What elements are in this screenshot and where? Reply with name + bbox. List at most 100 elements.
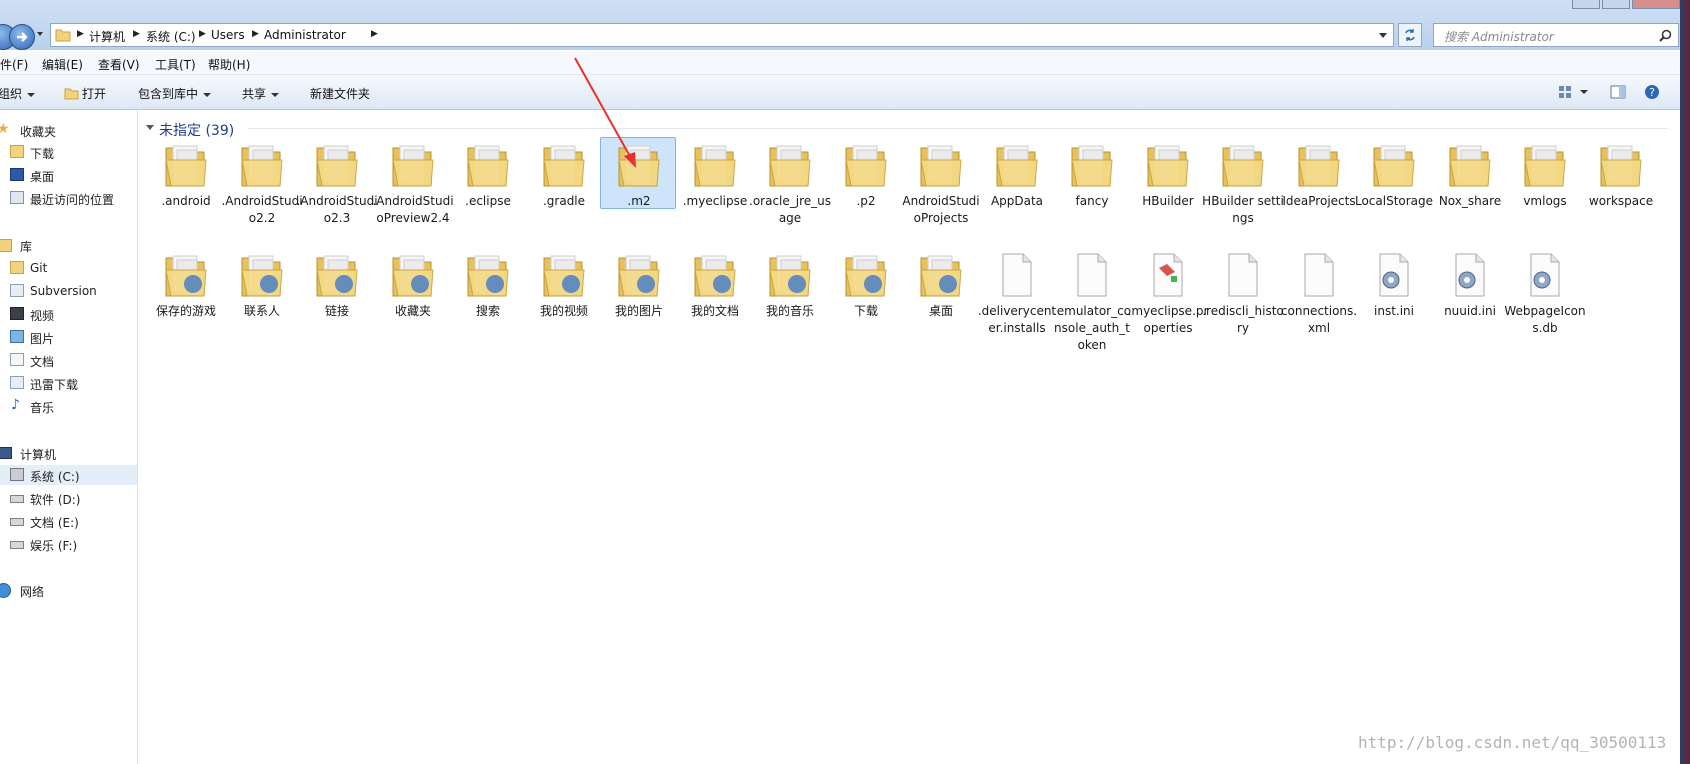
search-input[interactable]: 搜索 Administrator — [1433, 23, 1679, 47]
sidebar-item-drive-e[interactable]: 文档 (E:) — [0, 511, 137, 531]
sidebar-item-downloads[interactable]: 下载 — [0, 142, 137, 162]
sidebar-item-thunder-downloads[interactable]: 迅雷下载 — [0, 373, 137, 393]
share-button[interactable]: 共享 — [242, 85, 280, 102]
folder-icon — [541, 140, 587, 190]
sidebar-libraries[interactable]: 库 — [0, 235, 137, 255]
folder-icon — [163, 140, 209, 190]
menu-file[interactable]: 文件(F) — [0, 56, 28, 73]
folder-icon — [1069, 140, 1115, 190]
sidebar-item-label: 娱乐 (F:) — [30, 539, 78, 553]
file-item-label: 搜索 — [475, 304, 500, 318]
forward-button[interactable] — [9, 24, 35, 50]
file-item-label: 下载 — [853, 304, 878, 318]
navigation-pane: ★ 收藏夹 下载 桌面 最近访问的位置 库 Git Subversion 视频 … — [0, 110, 138, 764]
special-folder-icon — [918, 250, 964, 300]
sidebar-item-git[interactable]: Git — [0, 258, 137, 278]
sidebar-item-label: 迅雷下载 — [30, 378, 79, 392]
refresh-icon — [1405, 29, 1415, 41]
command-toolbar: 组织 打开 包含到库中 共享 新建文件夹 ? — [0, 75, 1680, 110]
breadcrumb-separator: ▶ — [371, 29, 378, 39]
chevron-down-icon — [203, 92, 212, 97]
sidebar-item-label: 图片 — [30, 332, 55, 346]
help-icon[interactable]: ? — [1644, 84, 1660, 100]
file-item-label: .deliverycenter.installs — [977, 304, 1057, 335]
settings-file-icon — [1522, 250, 1568, 300]
history-dropdown-icon[interactable] — [37, 32, 43, 36]
sidebar-item-videos[interactable]: 视频 — [0, 304, 137, 324]
open-button[interactable]: 打开 — [64, 85, 106, 102]
window-controls — [1572, 0, 1690, 18]
file-icon — [1296, 250, 1342, 300]
search-icon[interactable] — [1659, 29, 1672, 42]
sidebar-item-recent[interactable]: 最近访问的位置 — [0, 188, 137, 208]
special-folder-icon — [390, 250, 436, 300]
breadcrumb-computer[interactable]: 计算机 — [89, 28, 125, 45]
sidebar-network[interactable]: 网络 — [0, 580, 137, 600]
settings-file-icon — [1447, 250, 1493, 300]
sidebar-favorites[interactable]: ★ 收藏夹 — [0, 120, 137, 140]
menu-help[interactable]: 帮助(H) — [208, 56, 250, 73]
menu-edit[interactable]: 编辑(E) — [42, 56, 83, 73]
special-folder-icon — [767, 250, 813, 300]
address-dropdown-icon[interactable] — [1379, 33, 1387, 38]
menu-view[interactable]: 查看(V) — [98, 56, 140, 73]
preview-pane-icon[interactable] — [1610, 85, 1626, 99]
collapse-group-icon[interactable] — [146, 125, 154, 130]
file-item-label: .oracle_jre_usage — [749, 194, 832, 225]
breadcrumb-users[interactable]: Users — [211, 28, 245, 42]
file-item-label: vmlogs — [1523, 194, 1567, 208]
file-item-label: workspace — [1588, 194, 1654, 208]
maximize-button[interactable] — [1602, 0, 1630, 9]
folder-icon — [843, 140, 889, 190]
special-folder-icon — [239, 250, 285, 300]
arrow-right-icon — [17, 32, 28, 42]
sidebar-item-label: 桌面 — [30, 170, 55, 184]
view-options-icon[interactable] — [1558, 85, 1572, 99]
file-item-label: 链接 — [324, 304, 349, 318]
file-item-label: .m2 — [627, 194, 651, 208]
breadcrumb-administrator[interactable]: Administrator — [264, 28, 346, 42]
file-item-label: .eclipse — [465, 194, 511, 208]
sidebar-item-drive-f[interactable]: 娱乐 (F:) — [0, 534, 137, 554]
file-item-label: .android — [161, 194, 211, 208]
sidebar-item-music[interactable]: ♪ 音乐 — [0, 396, 137, 416]
chevron-down-icon[interactable] — [1580, 90, 1588, 94]
file-item-label: .AndroidStudio2.2 — [221, 194, 303, 225]
sidebar-item-label: Subversion — [30, 284, 97, 298]
close-button[interactable] — [1632, 0, 1680, 9]
sidebar-item-drive-d[interactable]: 软件 (D:) — [0, 488, 137, 508]
downloads-folder-icon — [10, 145, 24, 158]
minimize-button[interactable] — [1572, 0, 1600, 9]
organize-button[interactable]: 组织 — [0, 85, 36, 102]
menu-tools[interactable]: 工具(T) — [155, 56, 196, 73]
desktop-icon — [10, 168, 24, 181]
folder-icon — [239, 140, 285, 190]
file-icon — [1220, 250, 1266, 300]
sidebar-item-subversion[interactable]: Subversion — [0, 281, 137, 301]
sidebar-item-label: 音乐 — [30, 401, 55, 415]
new-folder-button[interactable]: 新建文件夹 — [310, 85, 370, 102]
music-note-icon: ♪ — [11, 397, 20, 413]
include-library-button[interactable]: 包含到库中 — [138, 85, 212, 102]
file-item-label: HBuilder settings — [1202, 194, 1284, 225]
sidebar-item-documents[interactable]: 文档 — [0, 350, 137, 370]
refresh-button[interactable] — [1398, 23, 1422, 47]
file-item-label: 我的文档 — [690, 304, 739, 318]
menu-bar: 文件(F) 编辑(E) 查看(V) 工具(T) 帮助(H) — [0, 52, 1680, 75]
file-item-label: nuuid.ini — [1444, 304, 1496, 318]
sidebar-item-desktop[interactable]: 桌面 — [0, 165, 137, 185]
file-item-label: .p2 — [856, 194, 876, 208]
folder-icon — [1522, 140, 1568, 190]
file-item-label: 我的图片 — [614, 304, 663, 318]
svg-text:?: ? — [1649, 86, 1655, 99]
sidebar-computer[interactable]: 计算机 — [0, 443, 137, 463]
breadcrumb[interactable]: ▶ 计算机 ▶ 系统 (C:) ▶ Users ▶ Administrator … — [50, 23, 1394, 47]
group-divider — [248, 128, 1668, 129]
folder-icon — [1371, 140, 1417, 190]
folder-open-icon — [64, 88, 79, 100]
group-header[interactable]: 未指定 (39) — [159, 120, 234, 140]
breadcrumb-drive-c[interactable]: 系统 (C:) — [146, 28, 196, 45]
sidebar-item-drive-c[interactable]: 系统 (C:) — [0, 465, 137, 485]
file-item-label: inst.ini — [1374, 304, 1414, 318]
sidebar-item-pictures[interactable]: 图片 — [0, 327, 137, 347]
